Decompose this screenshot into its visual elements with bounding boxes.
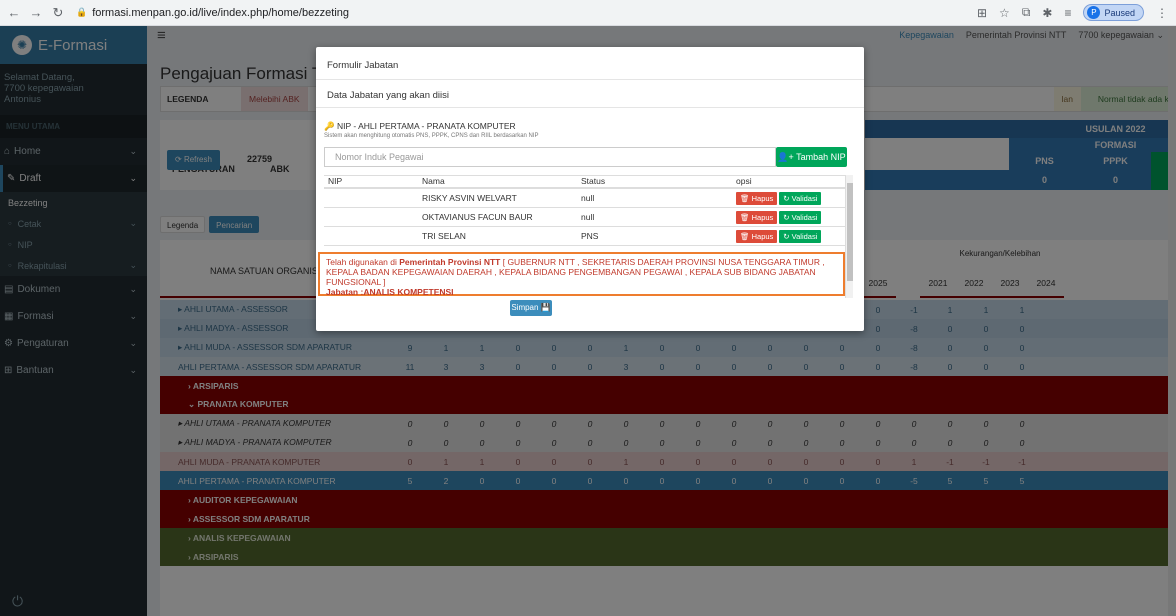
opsi-cell: 🗑 Hapus ↻ Validasi <box>728 210 845 224</box>
hapus-button[interactable]: 🗑 Hapus <box>736 191 778 205</box>
nama-cell: TRI SELAN <box>422 231 466 241</box>
hapus-label: Hapus <box>751 193 774 203</box>
simpan-button[interactable]: Simpan 💾 <box>510 300 552 316</box>
modal-scrollbar[interactable] <box>845 175 853 298</box>
scroll-thumb[interactable] <box>847 183 853 281</box>
jabatan-note: Sistem akan menghitung otomatis PNS, PPP… <box>324 133 539 139</box>
star-icon[interactable]: ☆ <box>999 6 1010 20</box>
validasi-label: Validasi <box>791 193 818 203</box>
jabatan-label: 🔑 NIP - AHLI PERTAMA - PRANATA KOMPUTER <box>324 121 516 132</box>
status-cell: PNS <box>581 231 599 241</box>
validasi-button[interactable]: ↻ Validasi <box>779 191 822 205</box>
jabatan-modal: Formulir Jabatan Data Jabatan yang akan … <box>316 47 864 331</box>
col-status: Status <box>581 176 606 186</box>
profile-paused-button[interactable]: P Paused <box>1083 4 1144 21</box>
nip-row: RISKY ASVIN WELVART null 🗑 Hapus ↻ Validasi <box>324 189 845 208</box>
jabatan-text: NIP - AHLI PERTAMA - PRANATA KOMPUTER <box>336 121 516 131</box>
browser-toolbar: ← → ↻ 🔒 formasi.menpan.go.id/live/index.… <box>0 0 1176 26</box>
nip-table-body: RISKY ASVIN WELVART null 🗑 Hapus ↻ Validasi… <box>324 189 845 246</box>
hapus-label: Hapus <box>751 231 774 241</box>
divider <box>316 107 864 108</box>
extension-icon[interactable]: ⧉ <box>1022 5 1031 20</box>
warn-jab: ANALIS KOMPETENSI <box>363 287 454 297</box>
translate-icon[interactable]: ⊞ <box>977 6 987 20</box>
profile-avatar: P <box>1087 6 1101 19</box>
save-icon: 💾 <box>540 303 551 312</box>
paused-label: Paused <box>1104 7 1135 18</box>
nip-row: OKTAVIANUS FACUN BAUR null 🗑 Hapus ↻ Valida… <box>324 208 845 227</box>
warn-jab-label: Jabatan : <box>326 287 364 297</box>
tambah-nip-button[interactable]: 👤+ Tambah NIP <box>776 147 847 167</box>
hapus-button[interactable]: 🗑 Hapus <box>736 229 778 243</box>
nama-cell: RISKY ASVIN WELVART <box>422 193 517 203</box>
puzzle-icon[interactable]: ✱ <box>1042 6 1052 20</box>
address-bar[interactable]: 🔒 formasi.menpan.go.id/live/index.php/ho… <box>76 7 349 19</box>
opsi-cell: 🗑 Hapus ↻ Validasi <box>728 229 845 243</box>
warning-message: Telah digunakan di Pemerintah Provinsi N… <box>318 252 845 297</box>
status-cell: null <box>581 193 595 203</box>
simpan-label: Simpan <box>511 303 539 312</box>
back-icon[interactable]: ← <box>6 5 22 20</box>
tambah-label: Tambah NIP <box>796 152 846 162</box>
reading-list-icon[interactable]: ≡ <box>1064 6 1071 20</box>
validasi-label: Validasi <box>791 212 818 222</box>
validasi-label: Validasi <box>791 231 818 241</box>
status-cell: null <box>581 212 595 222</box>
modal-subtitle: Data Jabatan yang akan diisi <box>327 90 449 101</box>
hapus-button[interactable]: 🗑 Hapus <box>736 210 778 224</box>
validasi-button[interactable]: ↻ Validasi <box>779 229 822 243</box>
col-opsi: opsi <box>736 176 752 186</box>
url-text: formasi.menpan.go.id/live/index.php/home… <box>92 6 350 19</box>
col-nama: Nama <box>422 176 445 186</box>
validasi-button[interactable]: ↻ Validasi <box>779 210 822 224</box>
forward-icon[interactable]: → <box>28 5 44 20</box>
add-user-icon: 👤+ <box>777 152 794 162</box>
nama-cell: OKTAVIANUS FACUN BAUR <box>422 212 533 222</box>
nip-table: NIP Nama Status opsi RISKY ASVIN WELVART… <box>324 175 845 246</box>
reload-icon[interactable]: ↻ <box>50 5 66 21</box>
menu-dots-icon[interactable]: ⋮ <box>1156 6 1168 20</box>
col-nip: NIP <box>328 176 343 186</box>
warn-org: Pemerintah Provinsi NTT <box>399 257 501 267</box>
hapus-label: Hapus <box>751 212 774 222</box>
lock-icon: 🔒 <box>76 7 88 17</box>
nip-row: TRI SELAN PNS 🗑 Hapus ↻ Validasi <box>324 227 845 246</box>
nip-input[interactable]: Nomor Induk Pegawai <box>324 147 776 167</box>
opsi-cell: 🗑 Hapus ↻ Validasi <box>728 191 845 205</box>
key-icon: 🔑 <box>324 121 335 131</box>
warn-prefix: Telah digunakan di <box>326 257 400 267</box>
modal-title: Formulir Jabatan <box>316 47 864 80</box>
